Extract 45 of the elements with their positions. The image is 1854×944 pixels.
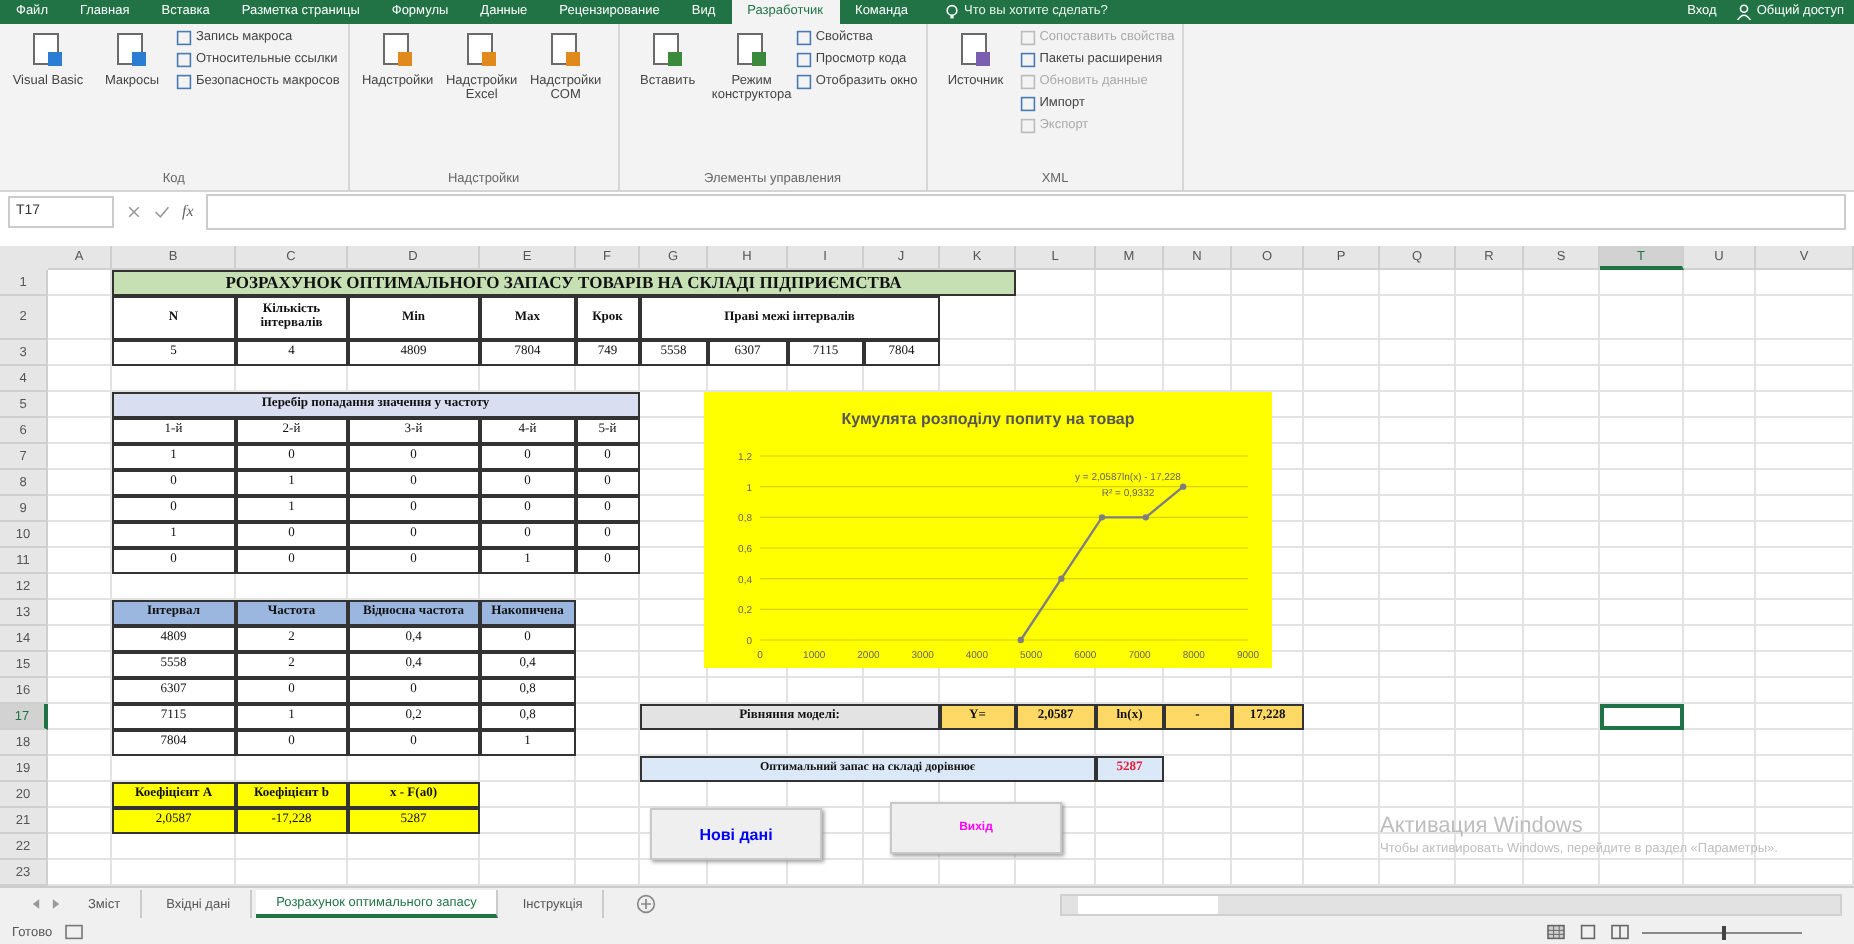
function-button[interactable]: fx — [182, 202, 194, 221]
person-icon — [1736, 3, 1753, 20]
line-series — [1017, 484, 1187, 644]
sheet-title: РОЗРАХУНОК ОПТИМАЛЬНОГО ЗАПАСУ ТОВАРІВ НА СКЛАДІ ПІДПРИЄМСТВА — [111, 269, 1016, 297]
square-icon — [795, 51, 812, 68]
selected-cell[interactable] — [1600, 704, 1684, 731]
document-icon — [28, 29, 68, 70]
add-sheet-icon[interactable] — [636, 894, 657, 915]
document-icon — [112, 29, 152, 70]
document-icon — [731, 29, 772, 70]
zoom-slider[interactable] — [1642, 924, 1802, 941]
square-icon — [1019, 73, 1036, 90]
macro-record-icon[interactable] — [64, 924, 85, 941]
document-icon — [461, 29, 502, 70]
next-sheet-icon[interactable] — [48, 896, 64, 913]
document-icon — [955, 29, 996, 70]
previous-sheet-icon[interactable] — [28, 896, 44, 913]
document-icon — [545, 29, 586, 70]
page-break-icon[interactable] — [1610, 924, 1630, 941]
page-layout-icon[interactable] — [1578, 924, 1598, 941]
lightbulb-icon — [944, 3, 961, 20]
normal-view-icon[interactable] — [1546, 924, 1566, 941]
square-icon — [1019, 51, 1036, 68]
point — [1098, 514, 1106, 522]
point — [1142, 514, 1149, 522]
square-icon — [176, 29, 192, 46]
formula-field[interactable] — [205, 193, 1846, 230]
square-icon — [176, 73, 192, 90]
square-icon — [176, 51, 192, 68]
document-icon — [647, 29, 688, 70]
chart-title: Кумулята розподілу попиту на товар — [841, 410, 1135, 429]
document-icon — [377, 29, 418, 70]
activation-title: Активация Windows — [1380, 814, 1585, 839]
square-icon — [1019, 29, 1036, 46]
point — [1058, 576, 1065, 583]
square-icon — [795, 73, 812, 90]
square-icon — [1019, 117, 1036, 134]
square-icon — [795, 29, 812, 46]
macro-button[interactable]: Нові дані — [650, 808, 822, 861]
point — [1017, 637, 1024, 644]
horizontal-scrollbar[interactable] — [1060, 893, 1842, 916]
square-icon — [1019, 95, 1036, 112]
check-icon[interactable] — [154, 203, 170, 220]
point — [1179, 484, 1187, 491]
cancel-icon[interactable] — [126, 203, 142, 220]
